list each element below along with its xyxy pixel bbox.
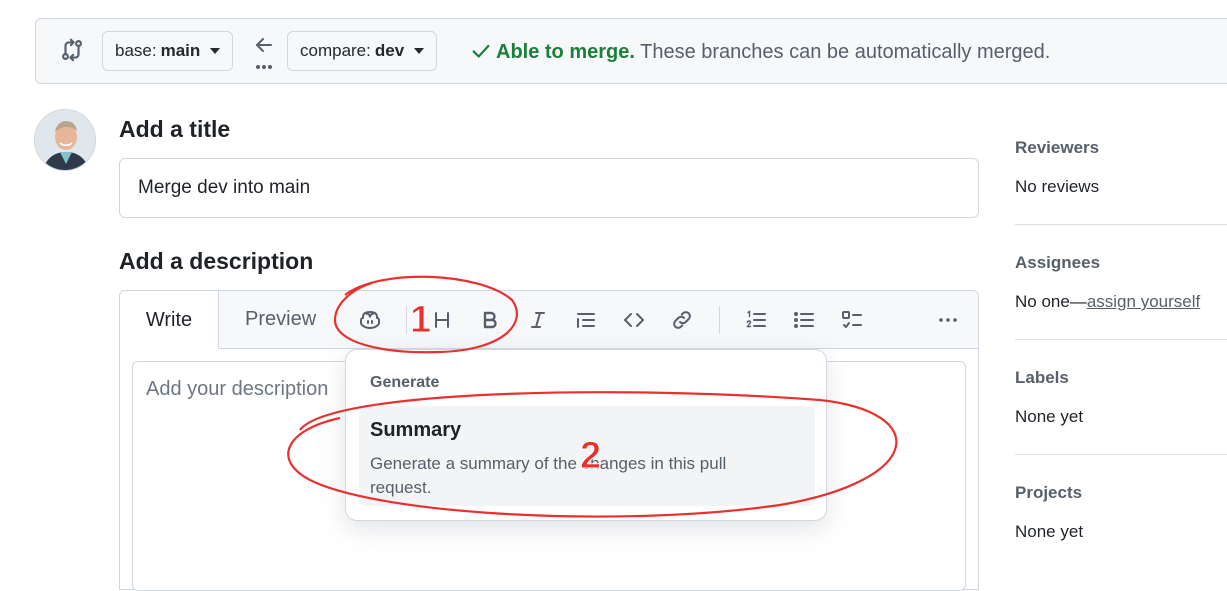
chevron-down-icon — [414, 48, 425, 54]
more-icon[interactable] — [932, 304, 964, 336]
compare-branch-name: dev — [374, 41, 405, 60]
tab-preview[interactable]: Preview — [229, 291, 332, 348]
toolbar-divider — [719, 306, 720, 334]
summary-item-title: Summary — [370, 419, 462, 441]
unordered-list-icon[interactable] — [788, 304, 820, 336]
labels-value: None yet — [1015, 407, 1084, 426]
chevron-down-icon — [210, 48, 221, 54]
projects-title[interactable]: Projects — [1015, 483, 1082, 503]
base-prefix: base: — [115, 41, 157, 60]
menu-group-label: Generate — [370, 374, 440, 391]
compare-prefix: compare: — [300, 41, 371, 60]
sidebar-divider — [1015, 339, 1227, 340]
bold-icon[interactable] — [474, 304, 506, 336]
italic-icon[interactable] — [522, 304, 554, 336]
title-heading: Add a title — [119, 116, 231, 142]
assignees-title[interactable]: Assignees — [1015, 253, 1100, 273]
tab-write[interactable]: Write — [120, 291, 219, 349]
title-input[interactable]: Merge dev into main — [119, 158, 979, 218]
merge-status: Able to merge. These branches can be aut… — [470, 40, 1050, 64]
quote-icon[interactable] — [570, 304, 602, 336]
left-arrow-icon — [252, 34, 276, 74]
sidebar-divider — [1015, 454, 1227, 455]
toolbar-divider — [406, 306, 407, 334]
copilot-icon[interactable] — [354, 304, 386, 336]
assignees-value: No one—assign yourself — [1015, 292, 1200, 312]
labels-title[interactable]: Labels — [1015, 368, 1069, 388]
reviewers-title[interactable]: Reviewers — [1015, 138, 1099, 158]
summary-item-description: Generate a summary of the changes in thi… — [370, 454, 727, 497]
reviewers-value: No reviews — [1015, 177, 1100, 196]
merge-message: These branches can be automatically merg… — [640, 41, 1051, 63]
compare-branch-select[interactable]: compare: dev — [287, 31, 438, 71]
assign-yourself-link[interactable]: assign yourself — [1087, 292, 1200, 311]
sidebar-divider — [1015, 224, 1227, 225]
heading-icon[interactable] — [426, 304, 458, 336]
ordered-list-icon[interactable] — [740, 304, 772, 336]
description-placeholder: Add your description — [146, 378, 329, 400]
assignees-none: No one— — [1015, 292, 1087, 311]
title-input-value: Merge dev into main — [138, 177, 311, 198]
base-branch-name: main — [160, 41, 201, 60]
avatar[interactable] — [34, 109, 96, 171]
check-icon — [472, 44, 490, 58]
base-branch-select[interactable]: base: main — [102, 31, 234, 71]
link-icon[interactable] — [666, 304, 698, 336]
compare-arrows-icon[interactable] — [59, 37, 85, 63]
merge-ok-text: Able to merge. — [496, 41, 635, 63]
task-list-icon[interactable] — [836, 304, 868, 336]
code-icon[interactable] — [618, 304, 650, 336]
description-heading: Add a description — [119, 248, 314, 274]
projects-value: None yet — [1015, 522, 1084, 541]
